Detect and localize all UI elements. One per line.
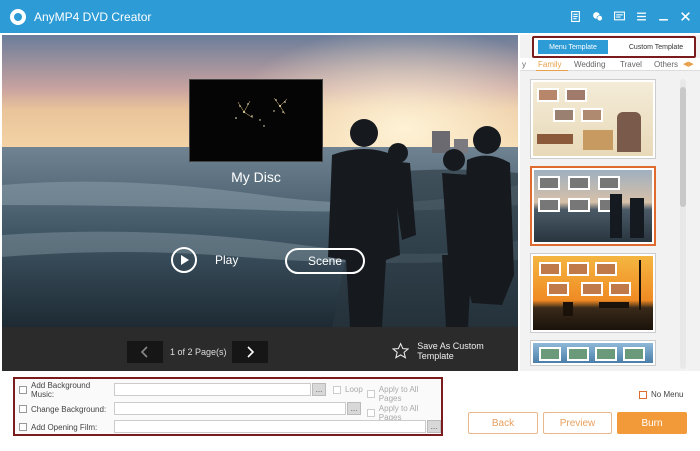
save-template-label: Save As Custom Template bbox=[417, 341, 484, 361]
change-background-label: Change Background: bbox=[31, 404, 107, 414]
background-music-label: Add Background Music: bbox=[31, 381, 91, 399]
back-button[interactable]: Back bbox=[468, 412, 538, 434]
document-icon[interactable] bbox=[566, 8, 584, 26]
feedback-icon[interactable] bbox=[610, 8, 628, 26]
loop-option[interactable]: Loop bbox=[333, 385, 363, 394]
template-item-selected[interactable] bbox=[530, 166, 656, 246]
play-icon bbox=[171, 247, 197, 273]
loop-label: Loop bbox=[345, 385, 363, 394]
app-title: AnyMP4 DVD Creator bbox=[34, 9, 152, 24]
change-background-path-input[interactable] bbox=[114, 402, 346, 415]
template-tabs: Menu Template Custom Template bbox=[532, 36, 696, 58]
save-as-custom-template-button[interactable]: Save As Custom Template bbox=[392, 341, 518, 361]
template-item[interactable] bbox=[530, 340, 656, 366]
tab-menu-template[interactable]: Menu Template bbox=[538, 40, 608, 54]
background-music-path-input[interactable] bbox=[114, 383, 311, 396]
chevron-right-icon bbox=[247, 346, 255, 358]
next-page-button[interactable] bbox=[232, 341, 268, 363]
close-icon[interactable] bbox=[676, 8, 694, 26]
category-others[interactable]: Others bbox=[654, 60, 678, 69]
opening-film-browse-button[interactable]: ... bbox=[427, 420, 441, 433]
menu-preview: My Disc Play Scene bbox=[2, 35, 518, 327]
category-wedding[interactable]: Wedding bbox=[574, 60, 605, 69]
previous-page-button[interactable] bbox=[127, 341, 163, 363]
no-menu-checkbox[interactable] bbox=[639, 390, 647, 399]
menu-options-panel: Add Background Music: ... Loop Apply to … bbox=[13, 377, 443, 436]
template-scrollbar[interactable] bbox=[680, 79, 686, 369]
active-category-underline bbox=[536, 70, 568, 71]
opening-film-path-input[interactable] bbox=[114, 420, 426, 433]
scrollbar-thumb[interactable] bbox=[680, 87, 686, 207]
menu-icon[interactable] bbox=[632, 8, 650, 26]
category-family[interactable]: Family bbox=[538, 60, 562, 69]
apply-all-pages-label: Apply to All Pages bbox=[378, 385, 419, 403]
loop-checkbox[interactable] bbox=[333, 385, 341, 394]
preview-button[interactable]: Preview bbox=[543, 412, 612, 434]
disc-title[interactable]: My Disc bbox=[189, 169, 323, 185]
burn-button[interactable]: Burn bbox=[617, 412, 687, 434]
change-background-row: Change Background: bbox=[19, 402, 111, 416]
preview-pager-bar: 1 of 2 Page(s) Save As Custom Template bbox=[2, 327, 518, 371]
apply-all-pages-music-option[interactable]: Apply to All Pages bbox=[367, 385, 441, 403]
category-partial[interactable]: y bbox=[522, 60, 526, 69]
change-background-checkbox[interactable] bbox=[19, 405, 27, 413]
menu-thumbnail-frame[interactable] bbox=[189, 79, 323, 162]
category-travel[interactable]: Travel bbox=[620, 60, 642, 69]
opening-film-label: Add Opening Film: bbox=[31, 422, 98, 432]
star-icon bbox=[392, 342, 410, 359]
background-music-row: Add Background Music: bbox=[19, 381, 111, 399]
title-bar-tools bbox=[566, 0, 694, 33]
apply-all-pages-music-checkbox[interactable] bbox=[367, 390, 375, 398]
template-thumbnail-image bbox=[533, 82, 653, 156]
template-thumbnail-image bbox=[534, 170, 652, 242]
minimize-icon[interactable] bbox=[654, 8, 672, 26]
template-thumbnail-image bbox=[533, 256, 653, 330]
fireworks-thumbnail-image bbox=[235, 97, 288, 127]
apply-all-pages-background-checkbox[interactable] bbox=[367, 409, 375, 417]
no-menu-option[interactable]: No Menu bbox=[639, 390, 683, 399]
template-item[interactable] bbox=[530, 253, 656, 333]
template-panel: Menu Template Custom Template y Family W… bbox=[520, 35, 700, 371]
opening-film-row: Add Opening Film: bbox=[19, 420, 111, 434]
scene-button[interactable]: Scene bbox=[285, 248, 365, 274]
chat-icon[interactable] bbox=[588, 8, 606, 26]
template-item[interactable] bbox=[530, 79, 656, 159]
opening-film-checkbox[interactable] bbox=[19, 423, 27, 431]
template-thumbnail-image bbox=[533, 343, 653, 363]
page-indicator: 1 of 2 Page(s) bbox=[170, 347, 227, 357]
category-scroll-arrows-icon[interactable]: ◀▶ bbox=[683, 60, 694, 68]
play-label: Play bbox=[215, 253, 239, 267]
change-background-browse-button[interactable]: ... bbox=[347, 402, 361, 415]
play-button[interactable]: Play bbox=[171, 247, 238, 273]
no-menu-label: No Menu bbox=[651, 390, 684, 399]
background-music-checkbox[interactable] bbox=[19, 386, 27, 394]
app-logo-icon bbox=[10, 8, 26, 25]
background-music-browse-button[interactable]: ... bbox=[312, 383, 326, 396]
tab-custom-template[interactable]: Custom Template bbox=[618, 40, 694, 54]
chevron-left-icon bbox=[140, 346, 148, 358]
title-bar: AnyMP4 DVD Creator bbox=[0, 0, 700, 33]
